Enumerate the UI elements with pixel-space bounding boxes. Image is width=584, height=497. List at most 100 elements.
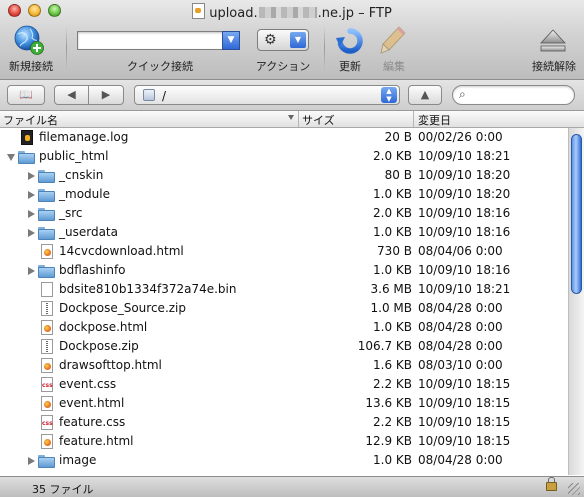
disclosure-closed-icon[interactable] [28, 267, 35, 275]
toolbar-separator [66, 26, 67, 70]
sort-descending-icon [288, 115, 294, 120]
title-suffix: .ne.jp – FTP [317, 6, 392, 21]
file-row[interactable]: filemanage.log 20 B 00/02/26 0:00 [0, 128, 568, 147]
column-divider[interactable] [413, 111, 414, 127]
chevron-down-icon: ▼ [290, 32, 306, 48]
back-arrow-icon: ◀ [67, 88, 76, 101]
back-button[interactable]: ◀ [54, 85, 89, 105]
quick-connect-label: クイック接続 [127, 60, 193, 73]
file-modified-date: 08/04/28 0:00 [418, 339, 503, 353]
file-row[interactable]: _src 2.0 KB 10/09/10 18:16 [0, 204, 568, 223]
folder-icon [38, 170, 55, 183]
ftp-window: upload. .ne.jp – FTP 新規接続 ▼ クイック接続 ⚙ ▼ アク… [0, 0, 584, 497]
disclosure-closed-icon[interactable] [28, 210, 35, 218]
file-row[interactable]: bdflashinfo 1.0 KB 10/09/10 18:16 [0, 261, 568, 280]
action-label: アクション [255, 60, 311, 73]
file-name: event.css [59, 377, 117, 391]
title-prefix: upload. [209, 6, 258, 21]
edit-label: 編集 [383, 60, 405, 73]
file-count: 35 ファイル [32, 483, 94, 496]
toolbar-separator [324, 26, 325, 70]
file-name: public_html [39, 149, 109, 163]
globe-add-icon[interactable] [14, 25, 44, 55]
column-name-header[interactable]: ファイル名 [3, 112, 58, 128]
file-modified-date: 08/04/06 0:00 [418, 244, 503, 258]
column-size-header[interactable]: サイズ [302, 112, 335, 128]
quick-connect-field[interactable]: ▼ [77, 31, 240, 50]
file-row[interactable]: _module 1.0 KB 10/09/10 18:20 [0, 185, 568, 204]
navigation-bar: 📖 ◀ ▶ / ▲ ▼ ▲ ⌕ [0, 80, 584, 111]
html-file-icon [41, 358, 53, 373]
file-name: event.html [59, 396, 125, 410]
file-size: 1.6 KB [373, 358, 412, 372]
up-arrow-icon: ▲ [420, 88, 430, 101]
file-row[interactable]: event.html 13.6 KB 10/09/10 18:15 [0, 394, 568, 413]
parent-folder-button[interactable]: ▲ [408, 85, 442, 105]
folder-icon [38, 227, 55, 240]
document-icon [192, 3, 206, 19]
html-file-icon [41, 244, 53, 259]
file-name: _userdata [59, 225, 118, 239]
eject-icon[interactable] [539, 28, 567, 54]
bookmarks-button[interactable]: 📖 [7, 85, 45, 105]
disconnect-label: 接続解除 [532, 60, 576, 73]
file-row[interactable]: _cnskin 80 B 10/09/10 18:20 [0, 166, 568, 185]
file-row[interactable]: bdsite810b1334f372a74e.bin 3.6 MB 10/09/10… [0, 280, 568, 299]
file-modified-date: 08/04/28 0:00 [418, 453, 503, 467]
html-file-icon [41, 434, 53, 449]
disclosure-closed-icon[interactable] [28, 229, 35, 237]
file-size: 1.0 KB [373, 320, 412, 334]
file-modified-date: 10/09/10 18:15 [418, 396, 511, 410]
lock-icon [546, 477, 557, 491]
file-size: 1.0 MB [370, 301, 412, 315]
file-size: 106.7 KB [357, 339, 412, 353]
quick-connect-dropdown-button[interactable]: ▼ [222, 31, 240, 50]
file-row[interactable]: feature.css 2.2 KB 10/09/10 18:15 [0, 413, 568, 432]
css-file-icon [41, 415, 53, 430]
file-modified-date: 10/09/10 18:15 [418, 415, 511, 429]
file-size: 2.0 KB [373, 149, 412, 163]
file-row[interactable]: _userdata 1.0 KB 10/09/10 18:16 [0, 223, 568, 242]
disclosure-open-icon[interactable] [7, 154, 15, 161]
forward-button[interactable]: ▶ [88, 85, 124, 105]
file-name: image [59, 453, 97, 467]
html-file-icon [41, 396, 53, 411]
file-row[interactable]: public_html 2.0 KB 10/09/10 18:21 [0, 147, 568, 166]
search-icon: ⌕ [459, 87, 466, 101]
pencil-icon[interactable] [379, 25, 407, 55]
column-modified-header[interactable]: 変更日 [418, 112, 451, 128]
file-row[interactable]: Dockpose.zip 106.7 KB 08/04/28 0:00 [0, 337, 568, 356]
search-input[interactable]: ⌕ [452, 85, 575, 105]
log-file-icon [21, 130, 33, 145]
refresh-icon[interactable] [335, 26, 365, 56]
file-name: bdsite810b1334f372a74e.bin [59, 282, 237, 296]
file-modified-date: 08/04/28 0:00 [418, 320, 503, 334]
file-row[interactable]: 14cvcdownload.html 730 B 08/04/06 0:00 [0, 242, 568, 261]
zip-file-icon [41, 339, 53, 354]
file-row[interactable]: dockpose.html 1.0 KB 08/04/28 0:00 [0, 318, 568, 337]
file-size: 12.9 KB [365, 434, 412, 448]
vertical-scrollbar[interactable] [568, 128, 584, 475]
file-row[interactable]: Dockpose_Source.zip 1.0 MB 08/04/28 0:00 [0, 299, 568, 318]
path-selector[interactable]: / ▲ ▼ [134, 85, 400, 105]
action-menu-button[interactable]: ⚙ ▼ [257, 29, 309, 51]
file-row[interactable]: event.css 2.2 KB 10/09/10 18:15 [0, 375, 568, 394]
redacted-hostname [258, 7, 317, 18]
folder-icon [38, 189, 55, 202]
resize-grip[interactable] [568, 483, 580, 495]
file-row[interactable]: image 1.0 KB 08/04/28 0:00 [0, 451, 568, 470]
scrollbar-thumb[interactable] [571, 134, 582, 294]
disclosure-closed-icon[interactable] [28, 457, 35, 465]
column-divider[interactable] [298, 111, 299, 127]
disclosure-closed-icon[interactable] [28, 191, 35, 199]
file-list[interactable]: filemanage.log 20 B 00/02/26 0:00 public_ht… [0, 128, 568, 475]
file-name: dockpose.html [59, 320, 148, 334]
file-modified-date: 08/03/10 0:00 [418, 358, 503, 372]
disclosure-closed-icon[interactable] [28, 172, 35, 180]
file-modified-date: 10/09/10 18:16 [418, 225, 511, 239]
file-row[interactable]: feature.html 12.9 KB 10/09/10 18:15 [0, 432, 568, 451]
new-connection-label: 新規接続 [9, 60, 53, 73]
folder-icon [38, 265, 55, 278]
file-row[interactable]: drawsofttop.html 1.6 KB 08/03/10 0:00 [0, 356, 568, 375]
file-modified-date: 00/02/26 0:00 [418, 130, 503, 144]
